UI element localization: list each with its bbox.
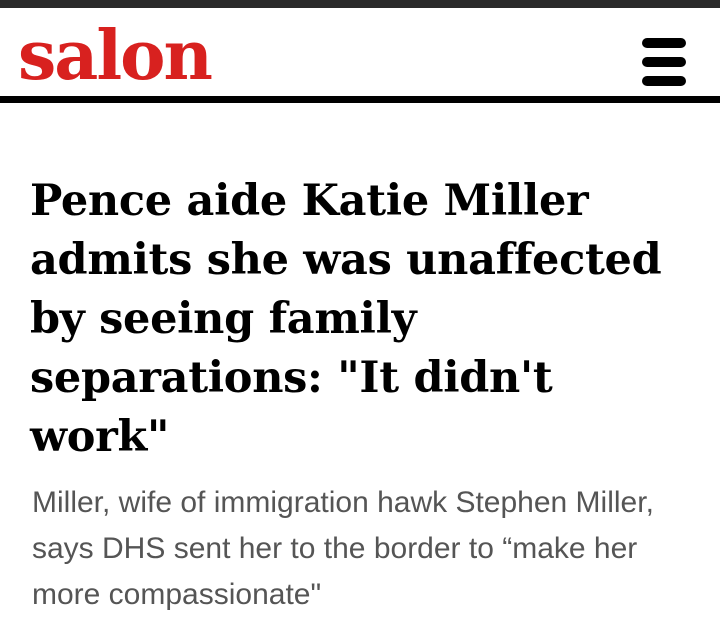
menu-bar-middle	[642, 57, 686, 67]
menu-bar-bottom	[642, 76, 686, 86]
header-divider	[0, 96, 720, 103]
top-border	[0, 0, 720, 8]
article-subhead: Miller, wife of immigration hawk Stephen…	[32, 486, 654, 611]
site-header: salon	[0, 8, 720, 100]
article-headline[interactable]: Pence aide Katie Miller admits she was u…	[30, 172, 700, 467]
menu-bar-top	[642, 38, 686, 48]
salon-logo[interactable]: salon	[18, 22, 213, 90]
menu-button[interactable]	[636, 36, 692, 92]
